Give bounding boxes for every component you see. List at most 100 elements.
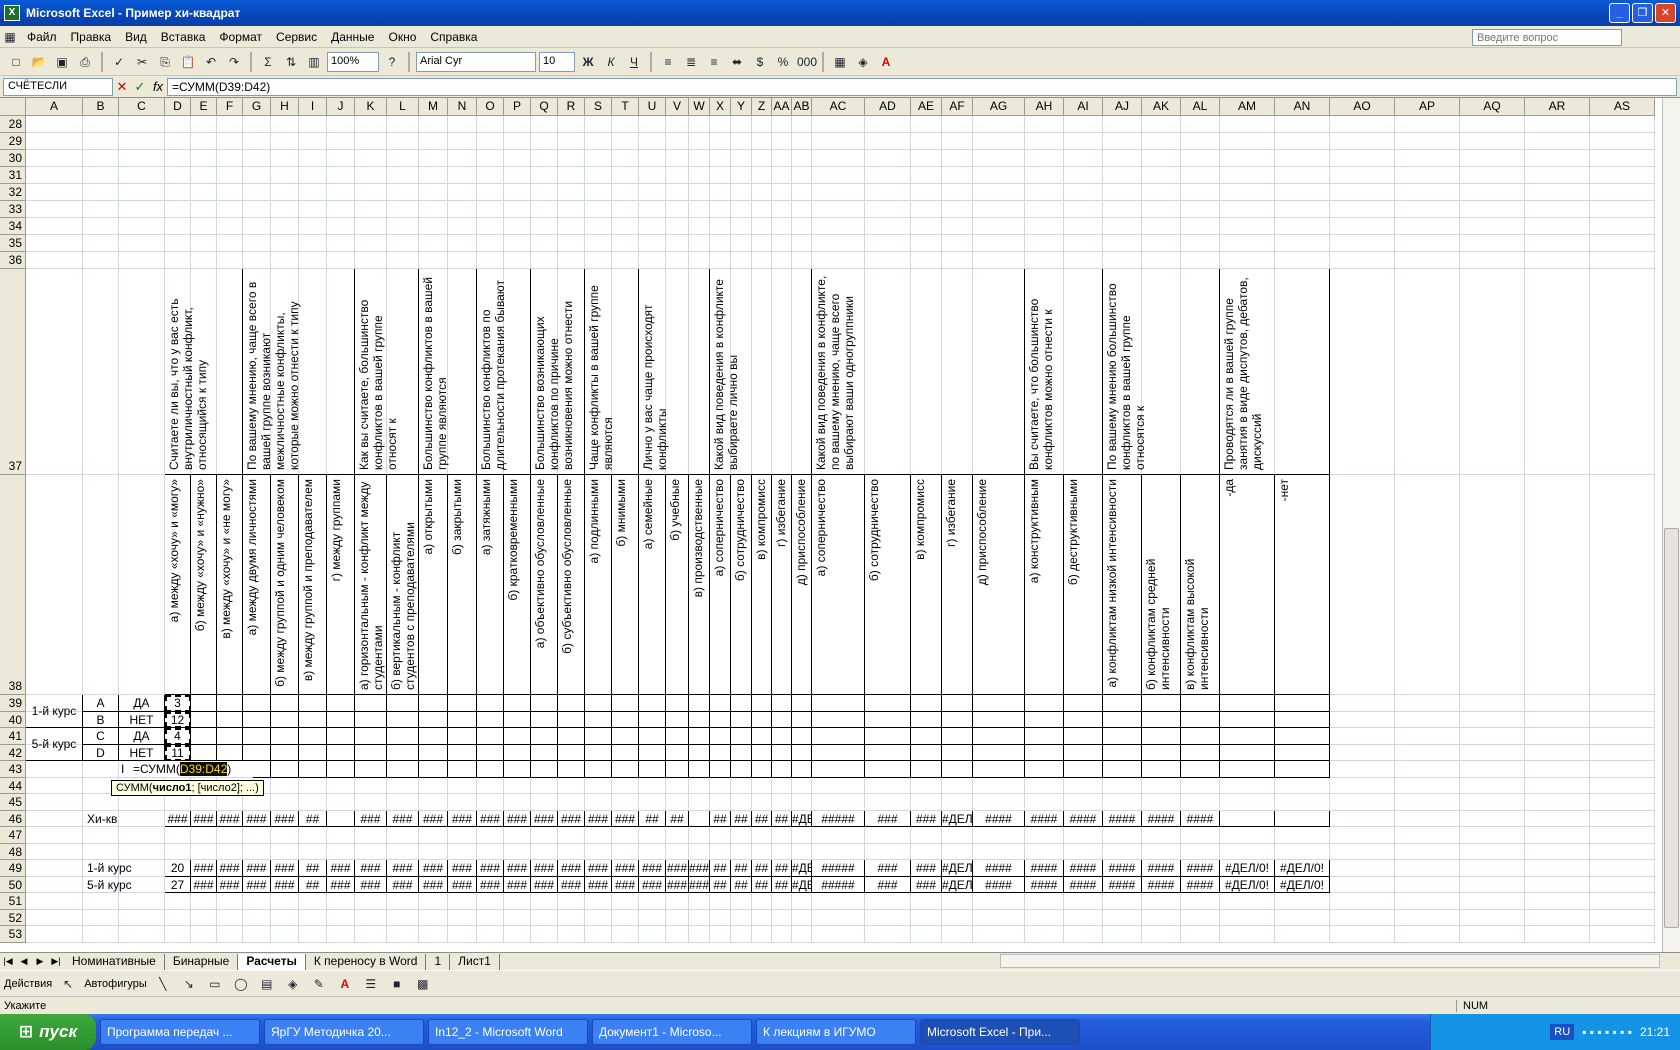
data-cell[interactable] (448, 711, 477, 728)
cell[interactable] (531, 252, 558, 269)
cell[interactable] (165, 167, 191, 184)
answer-header[interactable]: а) горизонтальным - конфликт между студе… (355, 475, 387, 695)
cell[interactable] (731, 201, 752, 218)
chi-square-cell[interactable]: ### (448, 810, 477, 827)
question-header[interactable]: Проводятся ли в вашей группе занятия в в… (1220, 269, 1330, 475)
cell[interactable] (812, 893, 865, 910)
cell[interactable] (387, 843, 419, 860)
cell[interactable] (531, 167, 558, 184)
font-size-combo[interactable]: 10 (539, 51, 575, 72)
last-sheet-icon[interactable]: ▶| (48, 956, 64, 967)
cell[interactable] (119, 218, 165, 235)
cell[interactable] (772, 235, 792, 252)
course-calc-cell[interactable]: ### (689, 860, 710, 877)
cell[interactable] (973, 252, 1025, 269)
cell[interactable] (1064, 909, 1103, 926)
cell[interactable] (1181, 218, 1220, 235)
cell[interactable] (792, 777, 812, 794)
cell[interactable] (1025, 167, 1064, 184)
cell[interactable] (772, 843, 792, 860)
data-cell[interactable] (689, 728, 710, 745)
data-cell[interactable] (191, 711, 217, 728)
cell[interactable] (1025, 926, 1064, 943)
cell[interactable] (1460, 269, 1525, 475)
cancel-icon[interactable]: ✕ (113, 79, 131, 95)
answer-header[interactable]: в) между группой и преподавателем (299, 475, 327, 695)
cell[interactable] (355, 218, 387, 235)
cell[interactable] (1590, 909, 1655, 926)
course-calc-cell[interactable]: #### (973, 860, 1025, 877)
cell[interactable] (531, 218, 558, 235)
cell[interactable] (243, 893, 271, 910)
cell[interactable] (1275, 909, 1330, 926)
cell[interactable] (83, 133, 119, 150)
data-cell[interactable] (327, 744, 355, 761)
course-total[interactable]: 27 (165, 876, 191, 893)
cell[interactable] (558, 893, 585, 910)
data-cell[interactable] (792, 744, 812, 761)
answer-header[interactable]: б) учебные (666, 475, 689, 695)
cell[interactable] (119, 167, 165, 184)
data-cell[interactable] (271, 744, 299, 761)
cell[interactable] (911, 133, 942, 150)
cell[interactable] (1590, 810, 1655, 827)
cell[interactable] (26, 269, 83, 475)
cell[interactable] (1460, 860, 1525, 877)
cell[interactable] (1142, 201, 1181, 218)
cell[interactable] (772, 133, 792, 150)
cell[interactable] (772, 827, 792, 844)
cell[interactable] (1103, 843, 1142, 860)
data-cell[interactable] (812, 711, 865, 728)
formula-input[interactable]: =СУММ(D39:D42) (167, 77, 1677, 96)
chi-square-cell[interactable]: #ДЕЛ/0! (942, 810, 973, 827)
cell[interactable] (504, 794, 531, 811)
cell[interactable] (1330, 695, 1395, 712)
data-cell[interactable] (710, 695, 731, 712)
cell[interactable] (558, 926, 585, 943)
data-cell[interactable] (689, 761, 710, 778)
course-calc-cell[interactable]: ### (558, 876, 585, 893)
course-calc-cell[interactable]: #### (1181, 860, 1220, 877)
cell[interactable] (26, 235, 83, 252)
cell[interactable] (243, 218, 271, 235)
cell[interactable] (1590, 843, 1655, 860)
cell[interactable] (942, 167, 973, 184)
cell[interactable] (1330, 794, 1395, 811)
data-cell[interactable] (327, 761, 355, 778)
cell[interactable] (942, 893, 973, 910)
cell[interactable] (1395, 150, 1460, 167)
course-calc-cell[interactable]: ## (752, 860, 772, 877)
cell[interactable] (612, 150, 639, 167)
cell[interactable] (217, 252, 243, 269)
textbox-icon[interactable]: ▤ (257, 974, 277, 994)
underline-icon[interactable]: Ч (624, 52, 644, 72)
data-cell[interactable] (243, 744, 271, 761)
cell[interactable] (1395, 269, 1460, 475)
cell[interactable] (477, 116, 504, 133)
cell[interactable] (666, 116, 689, 133)
print-icon[interactable]: ⎙ (75, 52, 95, 72)
cell[interactable] (792, 201, 812, 218)
cell[interactable] (639, 794, 666, 811)
data-cell[interactable] (639, 761, 666, 778)
cell[interactable] (504, 926, 531, 943)
cell[interactable] (299, 133, 327, 150)
cell[interactable] (973, 167, 1025, 184)
data-cell[interactable] (419, 761, 448, 778)
cell[interactable] (792, 827, 812, 844)
data-cell[interactable] (666, 695, 689, 712)
cell[interactable] (1064, 201, 1103, 218)
cell[interactable] (1181, 794, 1220, 811)
cell[interactable] (327, 133, 355, 150)
cell[interactable] (911, 926, 942, 943)
cell[interactable] (327, 150, 355, 167)
data-cell[interactable] (772, 728, 792, 745)
question-header[interactable]: Большинство конфликтов в вашей группе яв… (419, 269, 477, 475)
cell[interactable] (1395, 728, 1460, 745)
column-header[interactable]: R (558, 98, 585, 116)
data-cell[interactable] (1275, 761, 1330, 778)
column-header[interactable]: T (612, 98, 639, 116)
cell[interactable] (119, 201, 165, 218)
cell[interactable] (792, 252, 812, 269)
cell[interactable] (772, 218, 792, 235)
